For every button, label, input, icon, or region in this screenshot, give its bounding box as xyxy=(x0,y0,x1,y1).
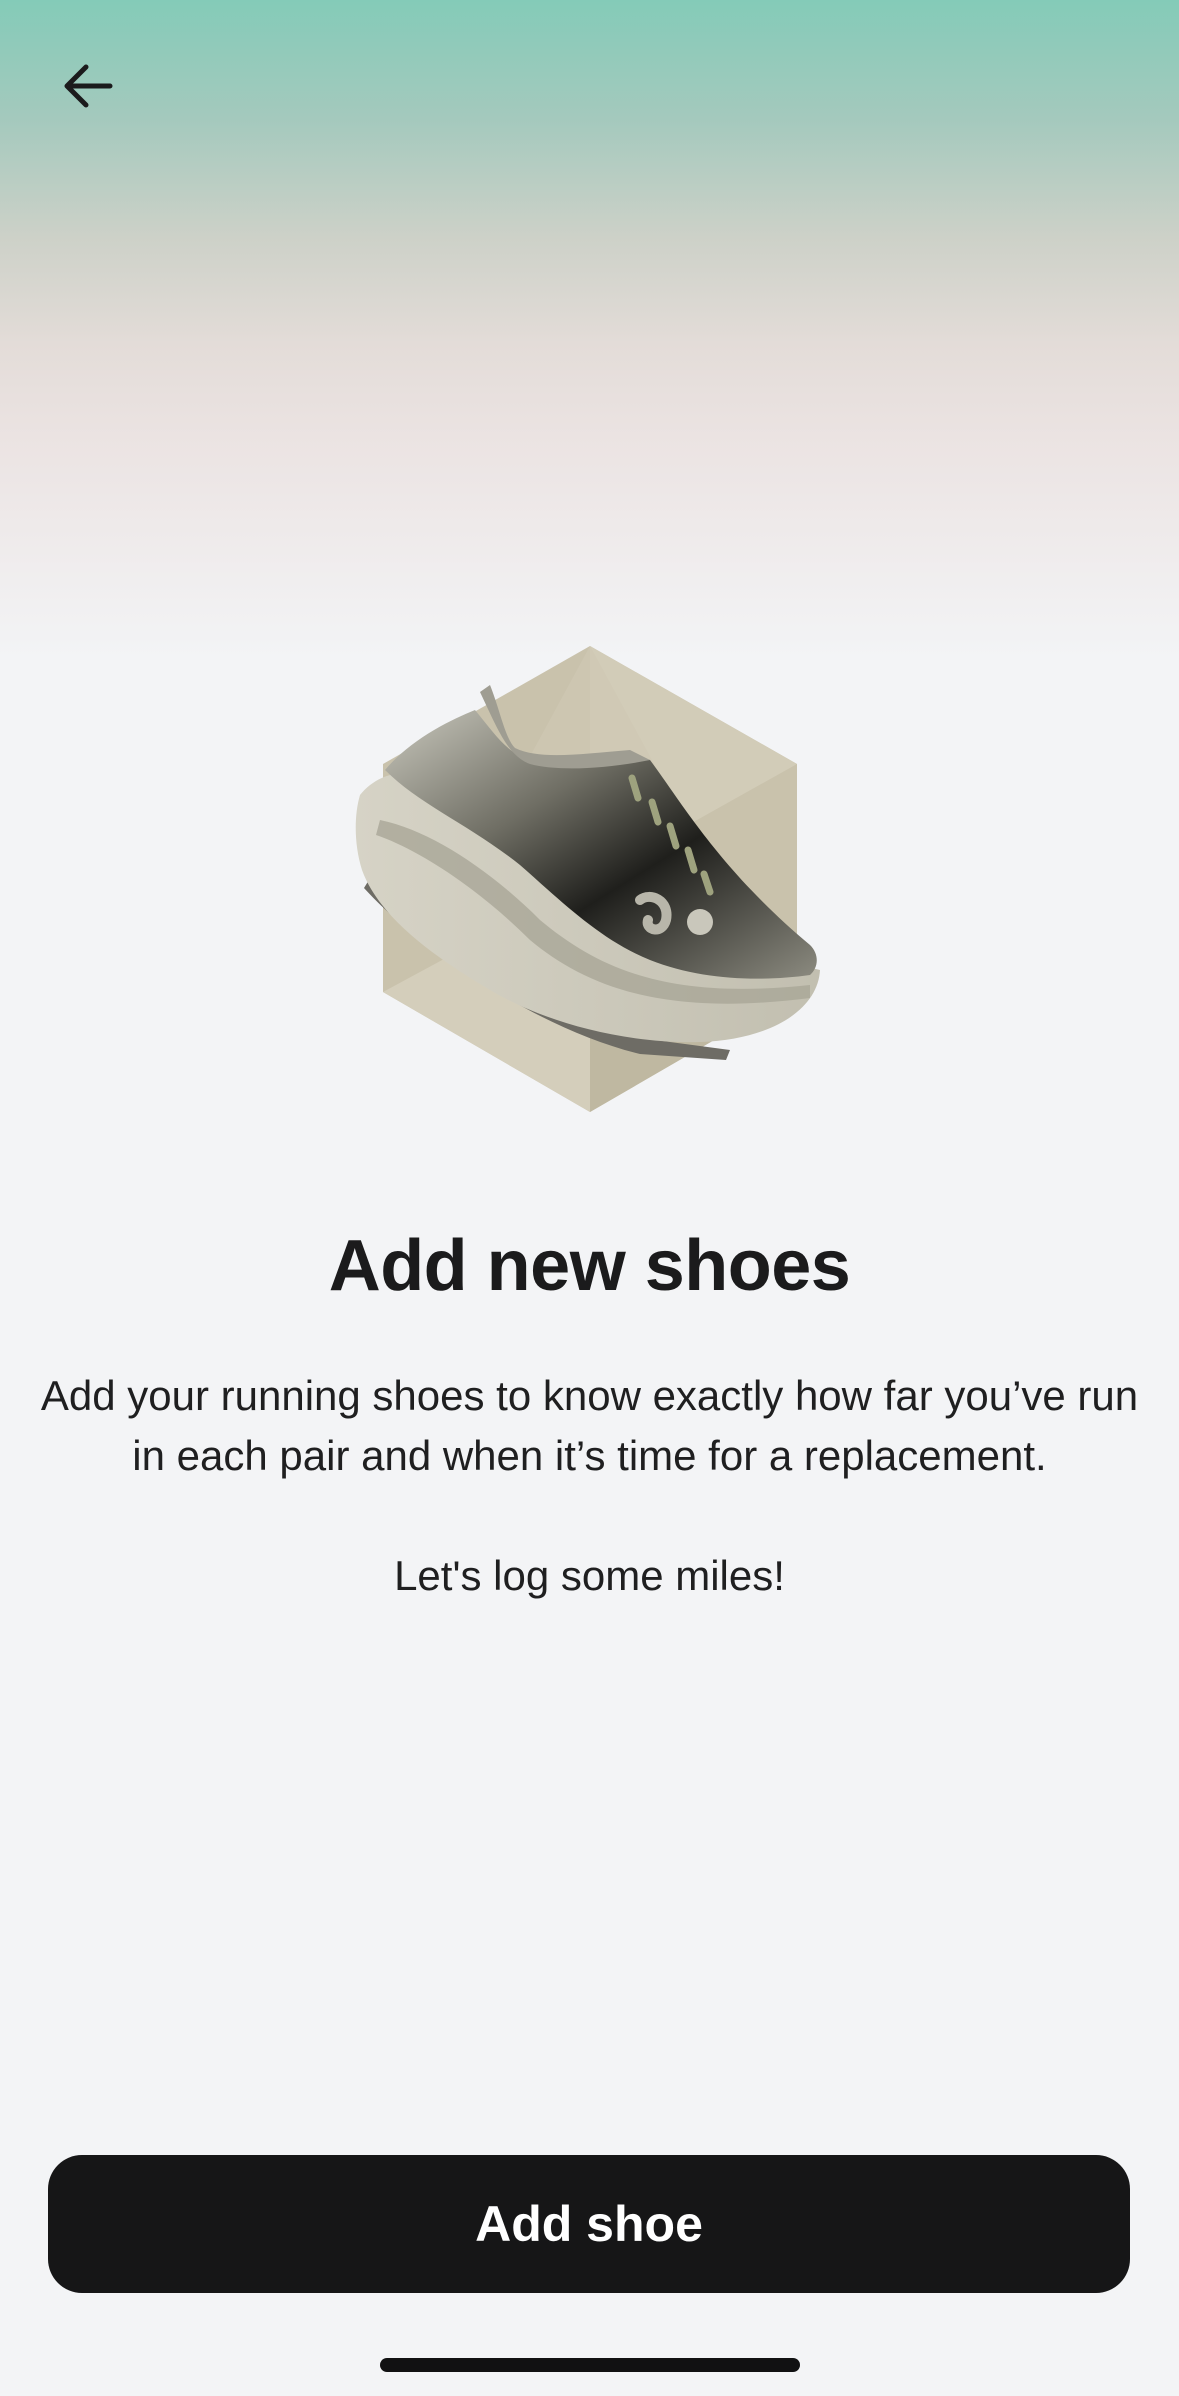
running-shoe-illustration xyxy=(355,646,820,1112)
header-gradient xyxy=(0,0,1179,660)
page-title: Add new shoes xyxy=(328,1226,851,1306)
back-button[interactable] xyxy=(44,42,132,130)
home-indicator[interactable] xyxy=(380,2358,800,2372)
arrow-left-icon xyxy=(64,64,113,108)
add-shoe-button[interactable]: Add shoe xyxy=(48,2155,1130,2293)
tagline-text: Let's log some miles! xyxy=(394,1552,785,1599)
description-text: Add your running shoes to know exactly h… xyxy=(40,1372,1139,1479)
